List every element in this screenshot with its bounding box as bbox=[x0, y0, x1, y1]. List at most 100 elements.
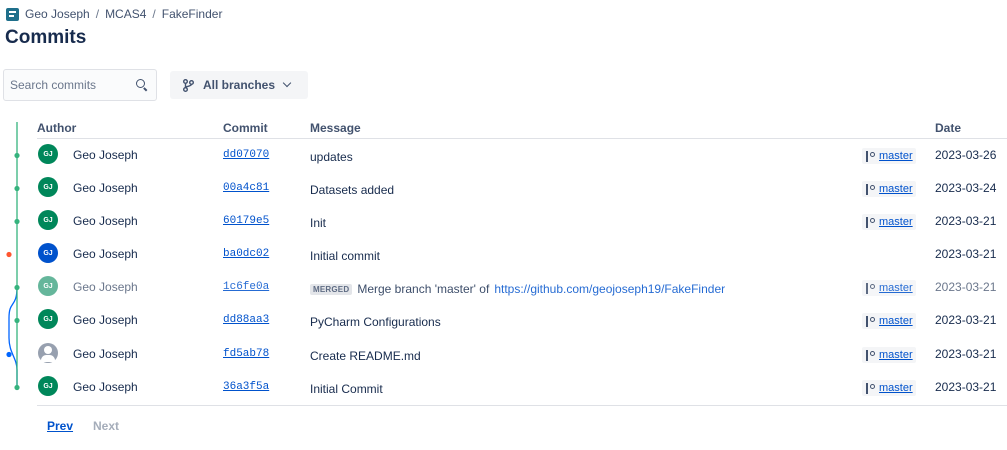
branch-tag-label: master bbox=[879, 216, 913, 228]
table-bottom-divider bbox=[37, 405, 1007, 406]
commit-date: 2023-03-21 bbox=[935, 247, 997, 261]
commit-date: 2023-03-21 bbox=[935, 313, 997, 327]
commit-row[interactable]: GJ Geo Joseph 00a4c81 Datasets added mas… bbox=[0, 172, 1007, 205]
next-page-button[interactable]: Next bbox=[93, 419, 119, 433]
commit-row[interactable]: Geo Joseph fd5ab78 Create README.md mast… bbox=[0, 338, 1007, 371]
commit-hash-link[interactable]: 00a4c81 bbox=[223, 182, 269, 194]
branch-tag[interactable]: master bbox=[862, 347, 916, 363]
avatar[interactable]: GJ bbox=[38, 243, 58, 263]
breadcrumb-separator: / bbox=[152, 7, 156, 21]
commit-message: Init bbox=[310, 216, 326, 230]
branch-icon bbox=[865, 150, 875, 162]
avatar[interactable]: GJ bbox=[38, 210, 58, 230]
commit-date: 2023-03-21 bbox=[935, 214, 997, 228]
commit-message-text: Initial Commit bbox=[310, 382, 383, 396]
branch-icon bbox=[865, 282, 875, 294]
default-avatar-icon[interactable] bbox=[38, 343, 58, 363]
branch-filter-label: All branches bbox=[203, 78, 276, 92]
commit-row-merge[interactable]: GJ Geo Joseph 1c6fe0a MERGED Merge branc… bbox=[0, 271, 1007, 304]
commit-message-text: Merge branch 'master' of bbox=[357, 282, 490, 296]
commit-author: Geo Joseph bbox=[73, 148, 138, 162]
commit-date: 2023-03-21 bbox=[935, 280, 997, 294]
branch-icon bbox=[865, 349, 875, 361]
avatar[interactable]: GJ bbox=[38, 144, 58, 164]
commit-date: 2023-03-26 bbox=[935, 148, 997, 162]
commit-message: Initial commit bbox=[310, 249, 380, 263]
commit-hash-link[interactable]: dd07070 bbox=[223, 149, 269, 161]
commit-hash-link[interactable]: dd88aa3 bbox=[223, 314, 269, 326]
branch-tag[interactable]: master bbox=[862, 280, 916, 296]
commit-row[interactable]: GJ Geo Joseph dd07070 updates master 202… bbox=[0, 139, 1007, 172]
commit-row[interactable]: GJ Geo Joseph 36a3f5a Initial Commit mas… bbox=[0, 371, 1007, 404]
commit-hash-link[interactable]: ba0dc02 bbox=[223, 248, 269, 260]
commit-date: 2023-03-21 bbox=[935, 380, 997, 394]
branch-filter-dropdown[interactable]: All branches bbox=[170, 71, 308, 99]
column-header-author: Author bbox=[37, 121, 77, 135]
branch-tag-label: master bbox=[879, 349, 913, 361]
avatar[interactable]: GJ bbox=[38, 376, 58, 396]
commit-date: 2023-03-21 bbox=[935, 347, 997, 361]
chevron-down-icon bbox=[282, 78, 292, 88]
commit-hash-link[interactable]: 1c6fe0a bbox=[223, 281, 269, 293]
breadcrumb-project-link[interactable]: MCAS4 bbox=[105, 7, 146, 21]
commit-message-text: Init bbox=[310, 216, 327, 230]
avatar[interactable]: GJ bbox=[38, 177, 58, 197]
merged-lozenge: MERGED bbox=[310, 283, 353, 295]
commit-message: PyCharm Configurations bbox=[310, 315, 441, 329]
commit-row[interactable]: GJ Geo Joseph ba0dc02 Initial commit 202… bbox=[0, 238, 1007, 271]
branch-icon bbox=[865, 216, 875, 228]
branch-tag[interactable]: master bbox=[862, 214, 916, 230]
column-header-message: Message bbox=[310, 121, 361, 135]
commit-row[interactable]: GJ Geo Joseph 60179e5 Init master 2023-0… bbox=[0, 205, 1007, 238]
branch-tag-label: master bbox=[879, 282, 913, 294]
commit-message: Datasets added bbox=[310, 183, 394, 197]
commit-author: Geo Joseph bbox=[73, 313, 138, 327]
breadcrumb-repo-link[interactable]: FakeFinder bbox=[162, 7, 223, 21]
column-header-date: Date bbox=[935, 121, 962, 135]
commit-author: Geo Joseph bbox=[73, 181, 138, 195]
column-header-commit: Commit bbox=[223, 121, 268, 135]
commit-author: Geo Joseph bbox=[73, 247, 138, 261]
commit-message: MERGED Merge branch 'master' of https://… bbox=[310, 282, 725, 296]
branch-tag-label: master bbox=[879, 150, 913, 162]
branch-tag[interactable]: master bbox=[862, 148, 916, 164]
branch-tag[interactable]: master bbox=[862, 181, 916, 197]
branch-tag-label: master bbox=[879, 315, 913, 327]
commit-author: Geo Joseph bbox=[73, 347, 138, 361]
branch-tag-label: master bbox=[879, 183, 913, 195]
commit-message-text: PyCharm Configurations bbox=[310, 315, 441, 329]
commit-hash-link[interactable]: 60179e5 bbox=[223, 215, 269, 227]
repository-icon bbox=[6, 7, 19, 21]
commit-message-text: updates bbox=[310, 150, 353, 164]
branch-icon bbox=[183, 78, 194, 92]
commit-message: updates bbox=[310, 150, 353, 164]
breadcrumb: Geo Joseph / MCAS4 / FakeFinder bbox=[6, 6, 222, 22]
commit-message-text: Initial commit bbox=[310, 249, 381, 263]
commits-table-header: Author Commit Message Date bbox=[0, 118, 1007, 139]
commit-author: Geo Joseph bbox=[73, 214, 138, 228]
commit-hash-link[interactable]: fd5ab78 bbox=[223, 348, 269, 360]
commit-row[interactable]: GJ Geo Joseph dd88aa3 PyCharm Configurat… bbox=[0, 304, 1007, 337]
search-icon[interactable] bbox=[136, 79, 148, 91]
commit-message: Initial Commit bbox=[310, 382, 383, 396]
branch-icon bbox=[865, 382, 875, 394]
commit-message-text: Create README.md bbox=[310, 349, 421, 363]
commit-message-link[interactable]: https://github.com/geojoseph19/FakeFinde… bbox=[494, 282, 725, 296]
branch-tag-label: master bbox=[879, 382, 913, 394]
breadcrumb-separator: / bbox=[95, 7, 100, 21]
branch-tag[interactable]: master bbox=[862, 380, 916, 396]
commit-author: Geo Joseph bbox=[73, 280, 138, 294]
avatar[interactable]: GJ bbox=[38, 276, 58, 296]
commit-author: Geo Joseph bbox=[73, 380, 138, 394]
commit-message: Create README.md bbox=[310, 349, 421, 363]
branch-tag[interactable]: master bbox=[862, 313, 916, 329]
prev-page-button[interactable]: Prev bbox=[47, 419, 73, 433]
search-commits-box[interactable] bbox=[3, 69, 157, 101]
commit-message-text: Datasets added bbox=[310, 183, 395, 197]
commit-hash-link[interactable]: 36a3f5a bbox=[223, 381, 269, 393]
breadcrumb-owner-link[interactable]: Geo Joseph bbox=[25, 7, 90, 21]
commit-date: 2023-03-24 bbox=[935, 181, 997, 195]
branch-icon bbox=[865, 315, 875, 327]
avatar[interactable]: GJ bbox=[38, 309, 58, 329]
search-commits-input[interactable] bbox=[10, 78, 130, 92]
